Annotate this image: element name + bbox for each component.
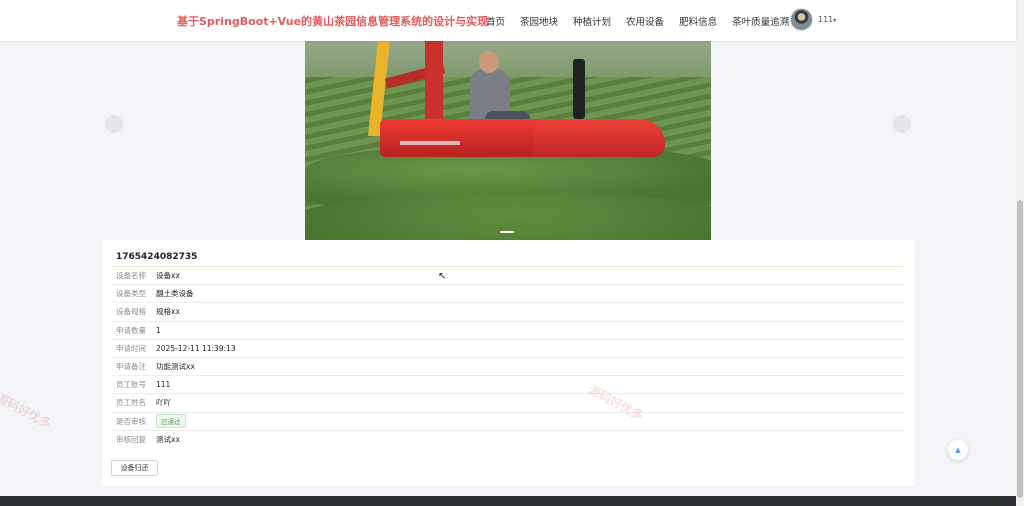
field-value: 1 bbox=[156, 325, 161, 335]
field-row: 员工姓名 吖吖 bbox=[111, 393, 905, 411]
field-row: 审核回复 测试xx bbox=[111, 429, 905, 448]
field-value: 2025-12-11 11:39:13 bbox=[156, 343, 236, 353]
nav-quality-trace[interactable]: 茶叶质量追溯 bbox=[732, 14, 789, 28]
field-value: 功能测试xx bbox=[156, 362, 195, 372]
record-id: 1765424082735 bbox=[116, 252, 198, 262]
field-row: 设备规格 规格xx bbox=[111, 302, 905, 320]
mouse-cursor-icon: ↖ bbox=[438, 271, 447, 282]
field-label: 申请数量 bbox=[116, 325, 146, 335]
field-row: 员工账号 111 bbox=[111, 375, 905, 393]
scrollbar-thumb[interactable] bbox=[1017, 200, 1023, 498]
avatar[interactable] bbox=[790, 8, 813, 31]
field-row: 是否审核 已通过 bbox=[111, 411, 905, 430]
harvester-hood bbox=[533, 119, 665, 157]
field-row: 申请备注 功能测试xx bbox=[111, 356, 905, 375]
field-row: 设备类型 翻土类设备 bbox=[111, 284, 905, 302]
nav-farm-equipment[interactable]: 农用设备 bbox=[626, 14, 664, 28]
carousel-prev-button[interactable] bbox=[105, 115, 123, 133]
application-detail-card: 1765424082735 设备名称 设备xx 设备类型 翻土类设备 设备规格 规格x… bbox=[102, 240, 915, 486]
caret-down-icon: ▾ bbox=[833, 17, 837, 24]
user-menu[interactable]: 111▾ bbox=[818, 15, 836, 24]
carousel-next-button[interactable] bbox=[893, 115, 911, 133]
return-equipment-button[interactable]: 设备归还 bbox=[111, 460, 158, 476]
username: 111 bbox=[818, 15, 834, 24]
status-badge: 已通过 bbox=[156, 414, 186, 429]
field-label: 设备类型 bbox=[116, 289, 146, 299]
field-label: 申请备注 bbox=[116, 362, 146, 372]
back-to-top-button[interactable]: ▲ bbox=[948, 440, 968, 460]
field-row: 设备名称 设备xx bbox=[111, 266, 905, 284]
field-value: 已通过 bbox=[156, 414, 186, 429]
field-label: 申请时间 bbox=[116, 343, 146, 353]
field-label: 审核回复 bbox=[116, 434, 146, 444]
field-value: 规格xx bbox=[156, 307, 180, 317]
detail-fields: 设备名称 设备xx 设备类型 翻土类设备 设备规格 规格xx 申请数量 1 申请时间 20… bbox=[111, 266, 905, 448]
exhaust-pipe bbox=[573, 59, 585, 119]
carousel-indicator[interactable] bbox=[500, 231, 514, 233]
equipment-image-carousel bbox=[305, 41, 711, 240]
field-background bbox=[305, 41, 711, 77]
operator-head bbox=[479, 51, 499, 73]
main-nav: 首页 茶园地块 种植计划 农用设备 肥料信息 茶叶质量追溯 bbox=[486, 14, 789, 28]
field-value: 测试xx bbox=[156, 434, 180, 444]
field-value: 吖吖 bbox=[156, 398, 171, 408]
harvester-label bbox=[400, 141, 460, 145]
field-label: 员工账号 bbox=[116, 380, 146, 390]
nav-planting-plan[interactable]: 种植计划 bbox=[573, 14, 611, 28]
field-label: 设备规格 bbox=[116, 307, 146, 317]
page-footer bbox=[0, 496, 1016, 506]
vertical-scrollbar[interactable] bbox=[1016, 0, 1024, 506]
field-label: 是否审核 bbox=[116, 416, 146, 426]
field-value: 设备xx bbox=[156, 271, 180, 281]
field-value: 翻土类设备 bbox=[156, 289, 194, 299]
machine-cabin-frame bbox=[425, 41, 443, 131]
nav-home[interactable]: 首页 bbox=[486, 14, 505, 28]
top-navbar: 基于SpringBoot+Vue的黄山茶园信息管理系统的设计与实现 首页 茶园地… bbox=[0, 0, 1016, 41]
chevron-up-icon: ▲ bbox=[955, 446, 961, 454]
field-value: 111 bbox=[156, 380, 171, 390]
watermark: 源码好优多 bbox=[0, 390, 54, 432]
field-row: 申请时间 2025-12-11 11:39:13 bbox=[111, 338, 905, 357]
nav-fertilizer[interactable]: 肥料信息 bbox=[679, 14, 717, 28]
field-row: 申请数量 1 bbox=[111, 320, 905, 339]
site-title[interactable]: 基于SpringBoot+Vue的黄山茶园信息管理系统的设计与实现 bbox=[177, 13, 488, 29]
field-label: 员工姓名 bbox=[116, 398, 146, 408]
field-label: 设备名称 bbox=[116, 271, 146, 281]
nav-tea-plots[interactable]: 茶园地块 bbox=[520, 14, 558, 28]
